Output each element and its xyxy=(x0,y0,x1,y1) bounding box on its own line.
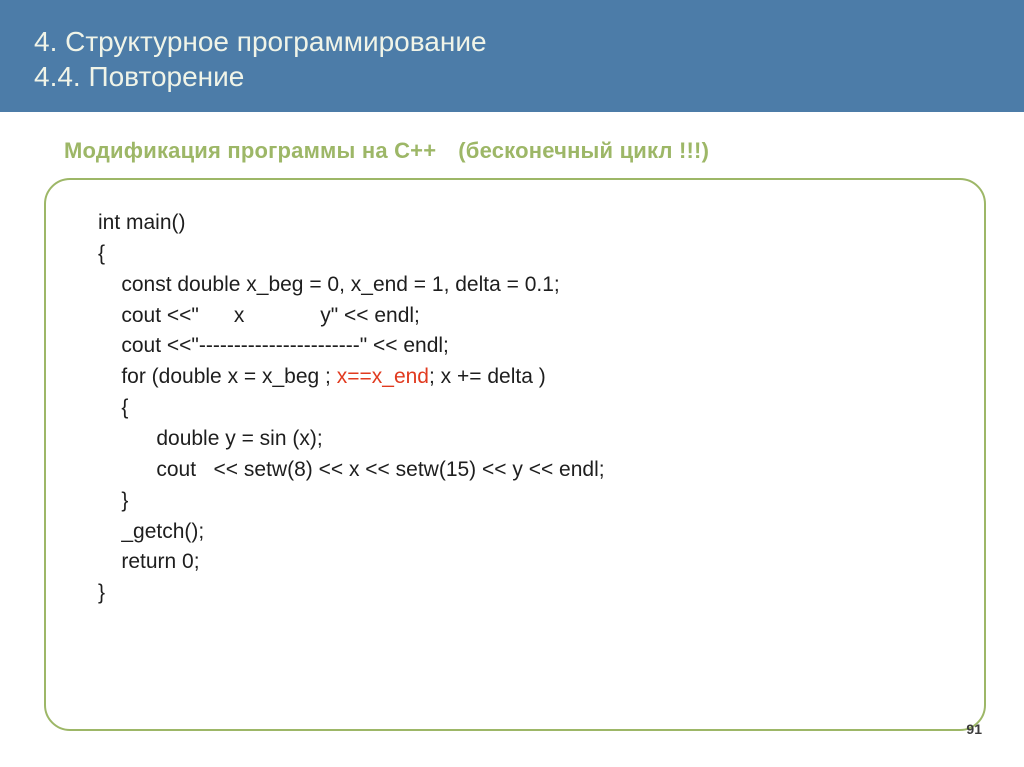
code-line: int main() xyxy=(98,211,186,234)
code-line: double y = sin (x); xyxy=(98,427,323,450)
code-line: for (double x = x_beg ; xyxy=(98,365,337,388)
code-line: cout << setw(8) << x << setw(15) << y <<… xyxy=(98,458,605,481)
slide-header: 4. Структурное программирование 4.4. Пов… xyxy=(0,0,1024,112)
code-line: return 0; xyxy=(98,550,200,573)
code-line: { xyxy=(98,242,105,265)
code-block: int main() { const double x_beg = 0, x_e… xyxy=(98,208,946,609)
subtitle-part2: (бесконечный цикл !!!) xyxy=(458,138,709,163)
code-line: } xyxy=(98,489,128,512)
code-highlight: x==x_end xyxy=(337,365,429,388)
code-line: ; x += delta ) xyxy=(429,365,546,388)
code-line: } xyxy=(98,581,105,604)
header-subtitle: 4.4. Повторение xyxy=(34,59,990,94)
code-line: const double x_beg = 0, x_end = 1, delta… xyxy=(98,273,560,296)
page-number: 91 xyxy=(966,721,982,737)
code-bubble: int main() { const double x_beg = 0, x_e… xyxy=(44,178,986,731)
code-line: { xyxy=(98,396,128,419)
code-line: _getch(); xyxy=(98,520,204,543)
subtitle-part1: Модификация программы на C++ xyxy=(64,138,436,163)
slide: 4. Структурное программирование 4.4. Пов… xyxy=(0,0,1024,767)
code-line: cout <<"-----------------------" << endl… xyxy=(98,334,449,357)
code-line: cout <<" x y" << endl; xyxy=(98,304,420,327)
content-subtitle: Модификация программы на C++ (бесконечный… xyxy=(64,138,990,164)
header-title: 4. Структурное программирование xyxy=(34,24,990,59)
slide-body: Модификация программы на C++ (бесконечный… xyxy=(0,112,1024,731)
